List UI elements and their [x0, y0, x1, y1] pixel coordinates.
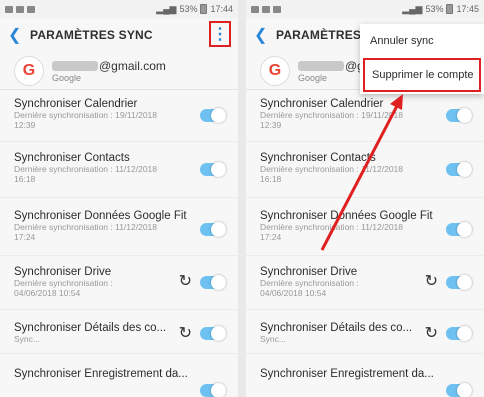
toggle-switch[interactable] — [200, 162, 226, 177]
sync-last: Dernière synchronisation : 19/11/2018 — [14, 110, 158, 120]
page-title: PARAMÈTRES SYNC — [30, 28, 153, 42]
sync-title: Synchroniser Enregistrement da... — [14, 368, 188, 380]
google-logo: G — [14, 55, 44, 86]
sync-last: Dernière synchronisation : 11/12/2018 — [14, 164, 158, 174]
sync-title: Synchroniser Détails des co... — [260, 322, 413, 334]
sync-title: Synchroniser Calendrier — [14, 98, 138, 110]
sync-last: Dernière synchronisation : 11/12/2018 — [260, 164, 404, 174]
sync-title: Synchroniser Contacts — [14, 152, 130, 164]
sync-time: 12:39 — [14, 120, 36, 130]
sync-last: Dernière synchronisation : 19/11/2018 — [260, 110, 404, 120]
account-email: @gmail.com — [52, 59, 166, 73]
notification-icon — [251, 5, 259, 13]
sync-row-contacts[interactable]: Synchroniser Contacts Dernière synchroni… — [0, 142, 238, 198]
toggle-switch[interactable] — [446, 162, 472, 177]
sync-row-google-fit[interactable]: Synchroniser Données Google Fit Dernière… — [246, 198, 484, 256]
email-domain: @gmail.com — [99, 58, 166, 73]
clock: 17:44 — [210, 4, 233, 14]
sync-time: 17:24 — [260, 232, 282, 242]
battery-icon — [200, 4, 208, 14]
sync-last: Sync... — [260, 334, 286, 344]
toggle-switch[interactable] — [200, 275, 226, 290]
sync-time: 17:24 — [14, 232, 36, 242]
blurred-username — [298, 60, 344, 71]
sync-last: Dernière synchronisation : 11/12/2018 — [260, 222, 404, 232]
notification-icon — [262, 5, 270, 13]
notification-icon — [273, 5, 281, 13]
battery-icon — [446, 4, 454, 14]
toggle-switch[interactable] — [446, 326, 472, 341]
sync-row-details[interactable]: Synchroniser Détails des co... Sync... ↻ — [246, 310, 484, 354]
sync-last: Dernière synchronisation : — [14, 278, 113, 288]
sync-time: 04/06/2018 10:54 — [14, 288, 81, 298]
sync-icon[interactable]: ↻ — [425, 323, 438, 343]
sync-row-google-fit[interactable]: Synchroniser Données Google Fit Dernière… — [0, 198, 238, 256]
account-row: G @gmail.com Google — [0, 52, 238, 90]
status-bar: ▂▄▆ 53% 17:45 — [246, 0, 484, 18]
sync-time: 04/06/2018 10:54 — [260, 288, 327, 298]
sync-last: Dernière synchronisation : 11/12/2018 — [14, 222, 158, 232]
menu-item-delete-account[interactable]: Supprimer le compte — [363, 58, 481, 92]
overflow-menu: Annuler sync Supprimer le compte — [360, 24, 484, 94]
more-vert-icon[interactable]: ⋮ — [209, 21, 231, 47]
sync-row-details[interactable]: Synchroniser Détails des co... Sync... ↻ — [0, 310, 238, 354]
sync-row-drive[interactable]: Synchroniser Drive Dernière synchronisat… — [0, 256, 238, 310]
sync-title: Synchroniser Données Google Fit — [14, 210, 187, 222]
sync-title: Synchroniser Calendrier — [260, 98, 384, 110]
status-bar: ▂▄▆ 53% 17:44 — [0, 0, 238, 18]
sync-title: Synchroniser Drive — [14, 266, 112, 278]
toggle-switch[interactable] — [200, 326, 226, 341]
notification-icons — [5, 5, 35, 13]
sync-icon[interactable]: ↻ — [179, 271, 192, 291]
toggle-switch[interactable] — [446, 275, 472, 290]
signal-icon: ▂▄▆ — [402, 3, 423, 14]
sync-title: Synchroniser Drive — [260, 266, 358, 278]
signal-icon: ▂▄▆ — [156, 3, 177, 14]
battery-percent: 53% — [179, 4, 198, 14]
toggle-switch[interactable] — [446, 383, 472, 397]
sync-time: 16:18 — [14, 174, 36, 184]
sync-row-records[interactable]: Synchroniser Enregistrement da... — [246, 354, 484, 397]
sync-title: Synchroniser Contacts — [260, 152, 376, 164]
sync-row-drive[interactable]: Synchroniser Drive Dernière synchronisat… — [246, 256, 484, 310]
sync-icon[interactable]: ↻ — [179, 323, 192, 343]
status-indicators: ▂▄▆ 53% 17:44 — [156, 4, 233, 15]
sync-title: Synchroniser Enregistrement da... — [260, 368, 434, 380]
phone-screen-left: ▂▄▆ 53% 17:44 ❮ PARAMÈTRES SYNC ⋮ G @gma… — [0, 0, 238, 397]
sync-row-contacts[interactable]: Synchroniser Contacts Dernière synchroni… — [246, 142, 484, 198]
blurred-username — [52, 60, 98, 71]
sync-last: Dernière synchronisation : — [260, 278, 359, 288]
battery-percent: 53% — [425, 4, 444, 14]
menu-item-cancel-sync[interactable]: Annuler sync — [360, 24, 484, 58]
clock: 17:45 — [456, 4, 479, 14]
notification-icon — [27, 5, 35, 13]
google-logo: G — [260, 55, 290, 86]
chevron-left-icon[interactable]: ❮ — [8, 25, 30, 45]
account-provider: Google — [52, 72, 82, 83]
notification-icon — [16, 5, 24, 13]
sync-row-records[interactable]: Synchroniser Enregistrement da... — [0, 354, 238, 397]
toggle-switch[interactable] — [446, 108, 472, 123]
sync-title: Synchroniser Détails des co... — [14, 322, 167, 334]
sync-time: 16:18 — [260, 174, 282, 184]
toggle-switch[interactable] — [446, 222, 472, 237]
toggle-switch[interactable] — [200, 383, 226, 397]
notification-icon — [5, 5, 13, 13]
notification-icons — [251, 5, 281, 13]
sync-last: Sync... — [14, 334, 40, 344]
app-header: ❮ PARAMÈTRES SYNC ⋮ — [0, 18, 238, 52]
account-text: @gmail.com Google — [52, 59, 166, 83]
status-indicators: ▂▄▆ 53% 17:45 — [402, 4, 479, 15]
toggle-switch[interactable] — [200, 108, 226, 123]
chevron-left-icon[interactable]: ❮ — [254, 25, 276, 45]
sync-time: 12:39 — [260, 120, 282, 130]
sync-title: Synchroniser Données Google Fit — [260, 210, 433, 222]
toggle-switch[interactable] — [200, 222, 226, 237]
sync-icon[interactable]: ↻ — [425, 271, 438, 291]
phone-screen-right: ▂▄▆ 53% 17:45 ❮ PARAMÈTRES SY G @gmail.c… — [246, 0, 484, 397]
sync-row-calendar[interactable]: Synchroniser Calendrier Dernière synchro… — [246, 90, 484, 142]
sync-row-calendar[interactable]: Synchroniser Calendrier Dernière synchro… — [0, 90, 238, 142]
